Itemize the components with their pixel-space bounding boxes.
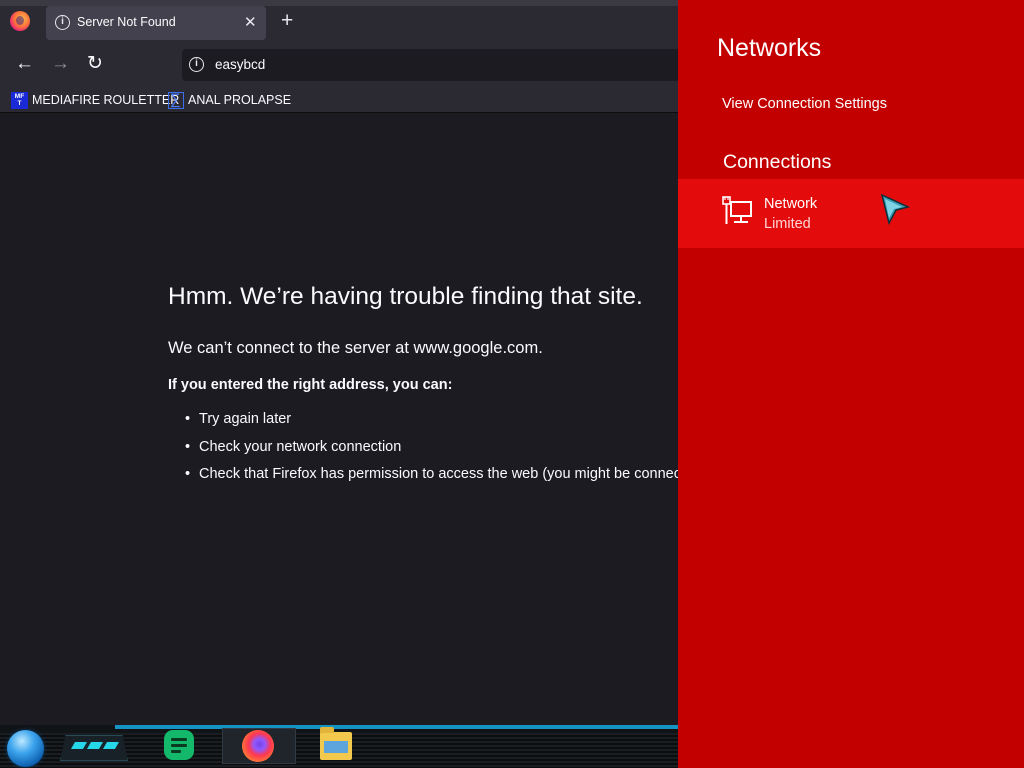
bookmark-anal-prolapse[interactable]: ANAL PROLAPSE [168,90,291,110]
ethernet-icon [722,196,752,224]
view-connection-settings-link[interactable]: View Connection Settings [722,96,887,112]
start-button-icon[interactable] [7,730,44,767]
bookmarks-toolbar: MFT MEDIAFIRE ROULETTER ANAL PROLAPSE [0,86,678,113]
network-name: Network [764,196,818,212]
suggestion-list: Try again later Check your network conne… [185,411,678,494]
forward-button[interactable]: → [51,53,70,75]
bookmark-label: MEDIAFIRE ROULETTER [32,93,180,107]
network-connection-item[interactable]: Network Limited [678,179,1024,248]
networks-flyout: Networks View Connection Settings Connec… [678,0,1024,768]
mouse-cursor-icon [880,193,910,225]
connections-heading: Connections [723,151,832,173]
firefox-taskbar-icon[interactable] [242,730,274,762]
suggestion-item: Check that Firefox has permission to acc… [185,466,678,494]
sigma-favicon-icon [168,91,184,109]
address-bar-text[interactable]: easybcd [215,57,265,72]
info-icon: i [55,15,70,30]
address-bar[interactable]: i easybcd [182,49,678,81]
task-view-icon[interactable] [60,735,128,761]
close-tab-icon[interactable]: ✕ [244,13,257,31]
reload-button[interactable]: ↻ [87,53,103,75]
mediafire-favicon-icon: MF T [11,91,28,109]
flyout-title: Networks [717,34,822,62]
bookmark-label: ANAL PROLAPSE [188,93,292,107]
back-button[interactable]: ← [15,53,34,75]
taskbar [0,725,678,768]
page-content: Hmm. We’re having trouble finding that s… [0,113,678,725]
browser-tab-bar: i Server Not Found ✕ + [0,0,678,44]
firefox-logo-icon [10,11,30,31]
error-subheading: If you entered the right address, you ca… [168,377,453,393]
network-status: Limited [764,216,811,232]
suggestion-item: Try again later [185,411,678,439]
notes-app-icon[interactable] [164,730,194,760]
tab-title: Server Not Found [77,15,176,29]
error-description: We can’t connect to the server at www.go… [168,339,543,357]
new-tab-button[interactable]: + [281,10,293,32]
suggestion-item: Check your network connection [185,439,678,467]
file-explorer-icon[interactable] [320,727,352,760]
site-info-icon[interactable]: i [189,57,204,72]
navigation-toolbar: ← → ↻ i easybcd [0,44,678,86]
error-title: Hmm. We’re having trouble finding that s… [168,283,643,310]
bookmark-mediafire-rouletter[interactable]: MF T MEDIAFIRE ROULETTER [11,90,179,110]
taskbar-accent-strip [115,725,678,729]
browser-tab[interactable]: i Server Not Found ✕ [46,6,266,40]
